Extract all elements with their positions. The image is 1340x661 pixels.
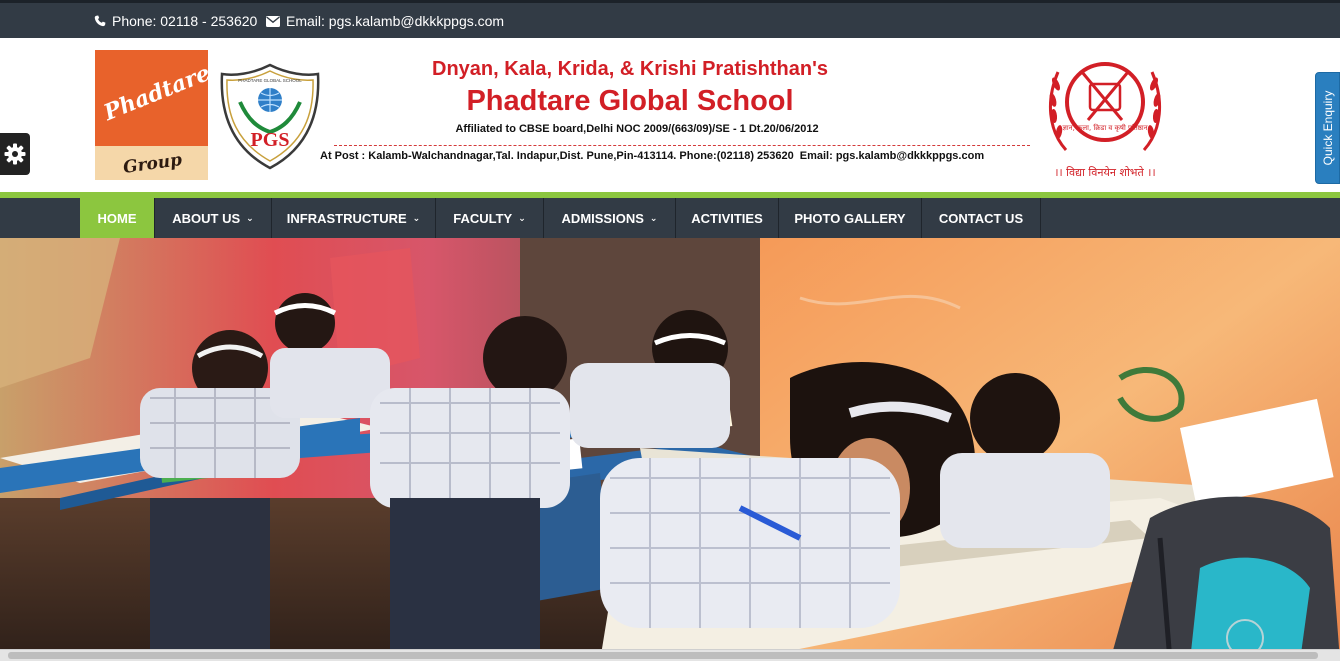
address-email: Email: pgs.kalamb@dkkkppgs.com (799, 150, 985, 162)
pgs-logo-ring-text: PHADTARE GLOBAL SCHOOL (238, 78, 302, 83)
header-divider (334, 145, 1030, 146)
nav-faculty[interactable]: FACULTY ⌄ (436, 198, 544, 238)
email-text: Email: pgs.kalamb@dkkkppgs.com (286, 13, 505, 29)
phone-text: Phone: 02118 - 253620 (112, 13, 258, 29)
pgs-shield-logo[interactable]: PGS PHADTARE GLOBAL SCHOOL (218, 62, 322, 172)
nav-about-us-label: ABOUT US (172, 210, 241, 226)
nav-contact-us-label: CONTACT US (938, 210, 1024, 226)
quick-enquiry-label: Quick Enquiry (1320, 90, 1335, 166)
nav-home-label: HOME (97, 210, 137, 226)
nav-admissions[interactable]: ADMISSIONS ⌄ (544, 198, 676, 238)
nav-activities-label: ACTIVITIES (691, 210, 763, 226)
chevron-down-icon: ⌄ (518, 212, 526, 223)
phadtare-group-logo[interactable]: Phadtare Group (95, 50, 208, 180)
trust-name: Dnyan, Kala, Krida, & Krishi Pratishthan… (432, 58, 828, 80)
quick-enquiry-tab[interactable]: Quick Enquiry (1315, 72, 1340, 184)
chevron-down-icon: ⌄ (246, 212, 254, 223)
nav-activities[interactable]: ACTIVITIES (676, 198, 779, 238)
gear-icon (4, 143, 26, 165)
nav-photo-gallery[interactable]: PHOTO GALLERY (779, 198, 922, 238)
classroom-photo (0, 238, 1340, 661)
address-line: At Post : Kalamb-Walchandnagar,Tal. Inda… (320, 150, 984, 162)
nav-faculty-label: FACULTY (453, 210, 513, 226)
phone-icon (94, 15, 106, 27)
nav-about-us[interactable]: ABOUT US ⌄ (155, 198, 272, 238)
chevron-down-icon: ⌄ (649, 212, 658, 223)
email-contact[interactable]: Email: pgs.kalamb@dkkkppgs.com (266, 13, 504, 29)
nav-infrastructure[interactable]: INFRASTRUCTURE ⌄ (272, 198, 436, 238)
settings-toggle-button[interactable] (0, 133, 30, 175)
chevron-down-icon: ⌄ (412, 212, 421, 223)
affiliation-text: Affiliated to CBSE board,Delhi NOC 2009/… (455, 123, 819, 135)
hero-slider-image[interactable] (0, 238, 1340, 661)
envelope-icon (266, 15, 280, 27)
scrollbar-thumb[interactable] (8, 652, 1318, 659)
trust-emblem-logo[interactable]: ज्ञान, कला, क्रिडा व कृषी प्रतिष्ठान ।। … (1030, 50, 1180, 182)
phone-contact[interactable]: Phone: 02118 - 253620 (94, 13, 257, 29)
nav-contact-us[interactable]: CONTACT US (922, 198, 1041, 238)
group-logo-text: Phadtare (100, 59, 208, 127)
nav-admissions-label: ADMISSIONS (561, 210, 644, 226)
address-text: At Post : Kalamb-Walchandnagar,Tal. Inda… (320, 150, 794, 162)
nav-home[interactable]: HOME (80, 198, 155, 238)
motto-text: ।। विद्या विनयेन शोभते ।। (1054, 166, 1155, 179)
nav-photo-gallery-label: PHOTO GALLERY (794, 210, 906, 226)
pgs-logo-text: PGS (251, 129, 290, 151)
school-name[interactable]: Phadtare Global School (330, 85, 930, 118)
top-contact-bar: Phone: 02118 - 253620 Email: pgs.kalamb@… (0, 0, 1340, 38)
main-navigation: HOME ABOUT US ⌄ INFRASTRUCTURE ⌄ FACULTY ⌄ … (0, 198, 1340, 238)
nav-infrastructure-label: INFRASTRUCTURE (286, 210, 407, 226)
emblem-text: ज्ञान, कला, क्रिडा व कृषी प्रतिष्ठान (1062, 123, 1147, 132)
horizontal-scrollbar[interactable] (0, 649, 1340, 661)
site-header: Phadtare Group PGS PHADTARE GLOBAL SCHOO… (0, 38, 1340, 192)
